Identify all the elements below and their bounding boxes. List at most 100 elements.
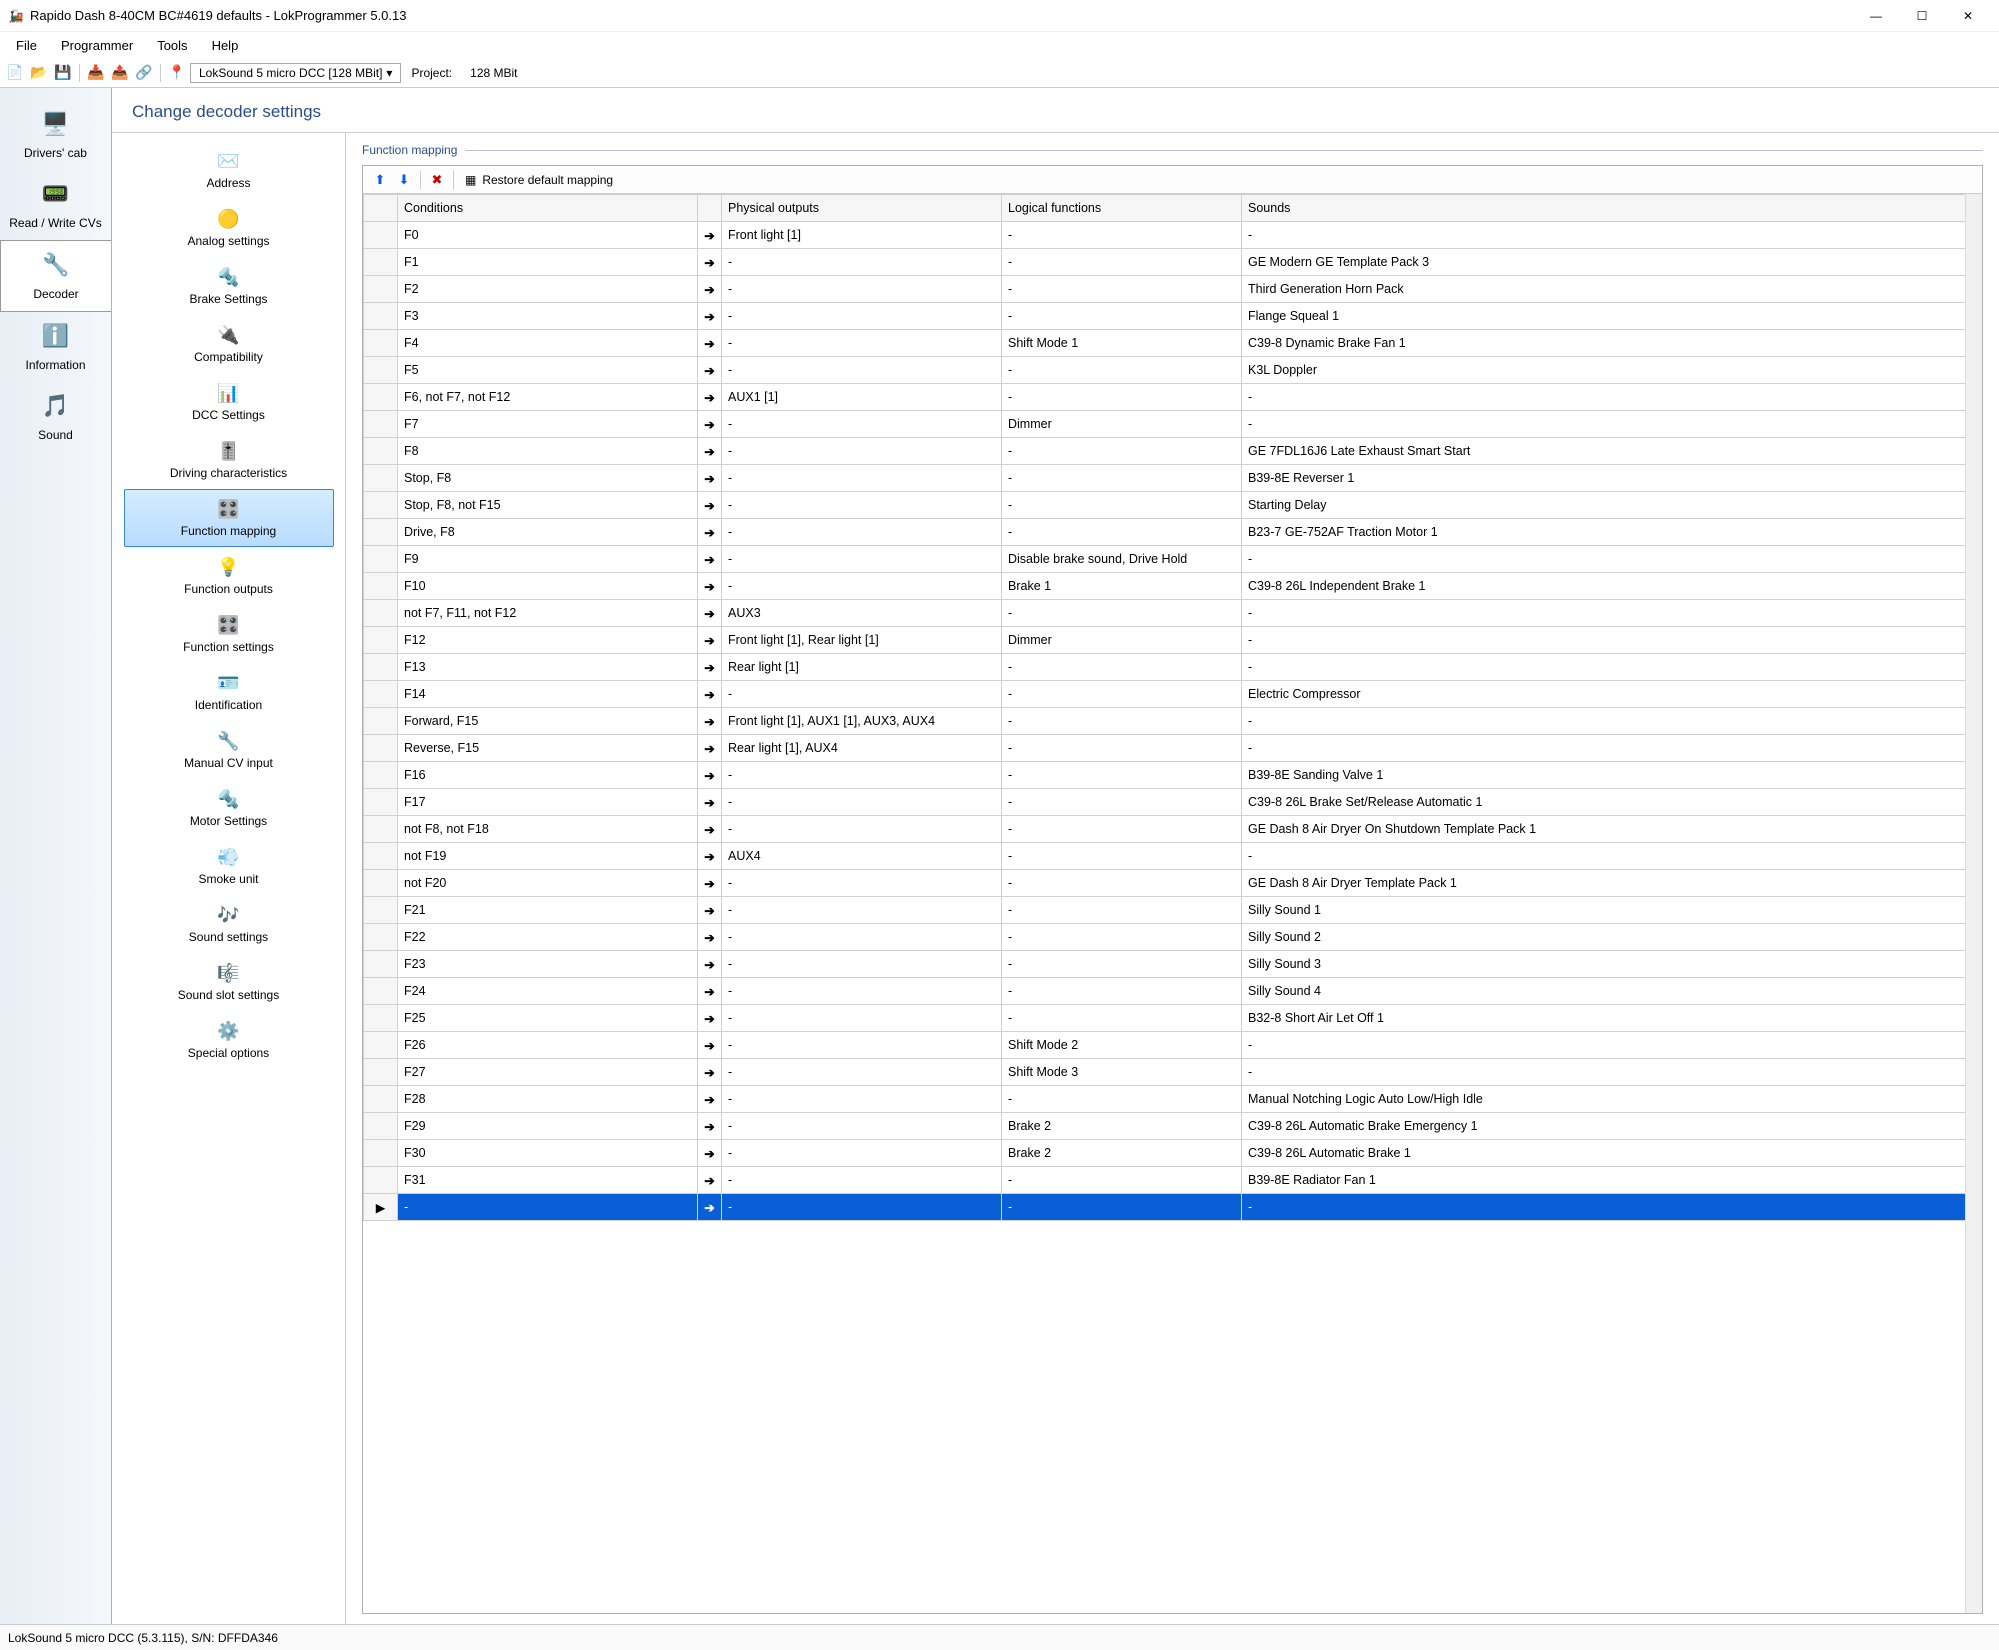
cell-conditions[interactable]: F28 (398, 1086, 698, 1113)
cell-physical-outputs[interactable]: Rear light [1] (722, 654, 1002, 681)
subnav-sound-settings[interactable]: 🎶Sound settings (124, 895, 334, 953)
cell-logical-functions[interactable]: Shift Mode 1 (1002, 330, 1242, 357)
cell-physical-outputs[interactable]: - (722, 519, 1002, 546)
cell-conditions[interactable]: F30 (398, 1140, 698, 1167)
menu-help[interactable]: Help (200, 34, 251, 57)
cell-physical-outputs[interactable]: - (722, 411, 1002, 438)
cell-physical-outputs[interactable]: AUX1 [1] (722, 384, 1002, 411)
cell-logical-functions[interactable]: Shift Mode 2 (1002, 1032, 1242, 1059)
cell-conditions[interactable]: - (398, 1194, 698, 1221)
cell-sounds[interactable]: - (1242, 384, 1982, 411)
cell-conditions[interactable]: F17 (398, 789, 698, 816)
cell-conditions[interactable]: not F8, not F18 (398, 816, 698, 843)
cell-logical-functions[interactable]: - (1002, 924, 1242, 951)
decoder-dropdown[interactable]: LokSound 5 micro DCC [128 MBit] ▾ (190, 63, 401, 83)
table-row[interactable]: F21 ➔ - - Silly Sound 1 (364, 897, 1982, 924)
cell-physical-outputs[interactable]: - (722, 1059, 1002, 1086)
write-decoder-icon[interactable]: 📤 (109, 62, 131, 84)
table-row[interactable]: Reverse, F15 ➔ Rear light [1], AUX4 - - (364, 735, 1982, 762)
cell-sounds[interactable]: C39-8 26L Automatic Brake Emergency 1 (1242, 1113, 1982, 1140)
cell-sounds[interactable]: B39-8E Reverser 1 (1242, 465, 1982, 492)
table-row[interactable]: F12 ➔ Front light [1], Rear light [1] Di… (364, 627, 1982, 654)
left-nav-read-write-cvs[interactable]: 📟Read / Write CVs (0, 170, 111, 240)
cell-conditions[interactable]: Stop, F8 (398, 465, 698, 492)
table-row[interactable]: Drive, F8 ➔ - - B23-7 GE-752AF Traction … (364, 519, 1982, 546)
left-nav-information[interactable]: ℹ️Information (0, 312, 111, 382)
table-row[interactable]: F23 ➔ - - Silly Sound 3 (364, 951, 1982, 978)
subnav-manual-cv-input[interactable]: 🔧Manual CV input (124, 721, 334, 779)
cell-conditions[interactable]: F9 (398, 546, 698, 573)
col-sounds[interactable]: Sounds (1242, 195, 1982, 222)
cell-sounds[interactable]: - (1242, 654, 1982, 681)
cell-logical-functions[interactable]: - (1002, 897, 1242, 924)
cell-conditions[interactable]: F27 (398, 1059, 698, 1086)
cell-logical-functions[interactable]: - (1002, 708, 1242, 735)
table-row[interactable]: not F7, F11, not F12 ➔ AUX3 - - (364, 600, 1982, 627)
cell-physical-outputs[interactable]: - (722, 1005, 1002, 1032)
open-file-icon[interactable]: 📂 (28, 62, 50, 84)
cell-logical-functions[interactable]: - (1002, 762, 1242, 789)
cell-logical-functions[interactable]: - (1002, 1086, 1242, 1113)
menu-tools[interactable]: Tools (145, 34, 199, 57)
cell-logical-functions[interactable]: - (1002, 870, 1242, 897)
subnav-special-options[interactable]: ⚙️Special options (124, 1011, 334, 1069)
cell-logical-functions[interactable]: Brake 1 (1002, 573, 1242, 600)
cell-sounds[interactable]: B39-8E Radiator Fan 1 (1242, 1167, 1982, 1194)
subnav-analog-settings[interactable]: 🟡Analog settings (124, 199, 334, 257)
cell-conditions[interactable]: F0 (398, 222, 698, 249)
cell-conditions[interactable]: F29 (398, 1113, 698, 1140)
cell-sounds[interactable]: Starting Delay (1242, 492, 1982, 519)
subnav-dcc-settings[interactable]: 📊DCC Settings (124, 373, 334, 431)
read-decoder-icon[interactable]: 📥 (85, 62, 107, 84)
connect-icon[interactable]: 🔗 (133, 62, 155, 84)
cell-logical-functions[interactable]: - (1002, 843, 1242, 870)
table-scroll[interactable]: Conditions Physical outputs Logical func… (363, 194, 1982, 1613)
col-physical-outputs[interactable]: Physical outputs (722, 195, 1002, 222)
cell-logical-functions[interactable]: - (1002, 978, 1242, 1005)
cell-conditions[interactable]: Drive, F8 (398, 519, 698, 546)
cell-sounds[interactable]: Silly Sound 3 (1242, 951, 1982, 978)
cell-physical-outputs[interactable]: - (722, 681, 1002, 708)
col-logical-functions[interactable]: Logical functions (1002, 195, 1242, 222)
cell-sounds[interactable]: B39-8E Sanding Valve 1 (1242, 762, 1982, 789)
cell-sounds[interactable]: - (1242, 411, 1982, 438)
cell-physical-outputs[interactable]: - (722, 303, 1002, 330)
cell-logical-functions[interactable]: - (1002, 735, 1242, 762)
new-file-icon[interactable]: 📄 (4, 62, 26, 84)
cell-conditions[interactable]: F2 (398, 276, 698, 303)
table-row[interactable]: F14 ➔ - - Electric Compressor (364, 681, 1982, 708)
cell-physical-outputs[interactable]: - (722, 816, 1002, 843)
cell-sounds[interactable]: - (1242, 627, 1982, 654)
save-file-icon[interactable]: 💾 (52, 62, 74, 84)
cell-conditions[interactable]: F12 (398, 627, 698, 654)
cell-conditions[interactable]: not F19 (398, 843, 698, 870)
minimize-button[interactable]: — (1853, 0, 1899, 32)
subnav-sound-slot-settings[interactable]: 🎼Sound slot settings (124, 953, 334, 1011)
cell-conditions[interactable]: Stop, F8, not F15 (398, 492, 698, 519)
subnav-smoke-unit[interactable]: 💨Smoke unit (124, 837, 334, 895)
maximize-button[interactable]: ☐ (1899, 0, 1945, 32)
cell-sounds[interactable]: - (1242, 1059, 1982, 1086)
cell-physical-outputs[interactable]: - (722, 897, 1002, 924)
cell-physical-outputs[interactable]: - (722, 1194, 1002, 1221)
cell-conditions[interactable]: Reverse, F15 (398, 735, 698, 762)
cell-sounds[interactable]: GE 7FDL16J6 Late Exhaust Smart Start (1242, 438, 1982, 465)
cell-sounds[interactable]: - (1242, 735, 1982, 762)
cell-conditions[interactable]: F31 (398, 1167, 698, 1194)
cell-conditions[interactable]: F13 (398, 654, 698, 681)
table-row[interactable]: F10 ➔ - Brake 1 C39-8 26L Independent Br… (364, 573, 1982, 600)
cell-logical-functions[interactable]: Shift Mode 3 (1002, 1059, 1242, 1086)
cell-sounds[interactable]: Flange Squeal 1 (1242, 303, 1982, 330)
table-row[interactable]: F16 ➔ - - B39-8E Sanding Valve 1 (364, 762, 1982, 789)
cell-conditions[interactable]: F3 (398, 303, 698, 330)
cell-physical-outputs[interactable]: - (722, 465, 1002, 492)
table-row[interactable]: ▶ - ➔ - - - (364, 1194, 1982, 1221)
subnav-motor-settings[interactable]: 🔩Motor Settings (124, 779, 334, 837)
cell-sounds[interactable]: C39-8 26L Brake Set/Release Automatic 1 (1242, 789, 1982, 816)
cell-physical-outputs[interactable]: Rear light [1], AUX4 (722, 735, 1002, 762)
subnav-identification[interactable]: 🪪Identification (124, 663, 334, 721)
vertical-scrollbar[interactable] (1965, 194, 1982, 1613)
cell-logical-functions[interactable]: - (1002, 1167, 1242, 1194)
cell-conditions[interactable]: F5 (398, 357, 698, 384)
cell-physical-outputs[interactable]: - (722, 1167, 1002, 1194)
